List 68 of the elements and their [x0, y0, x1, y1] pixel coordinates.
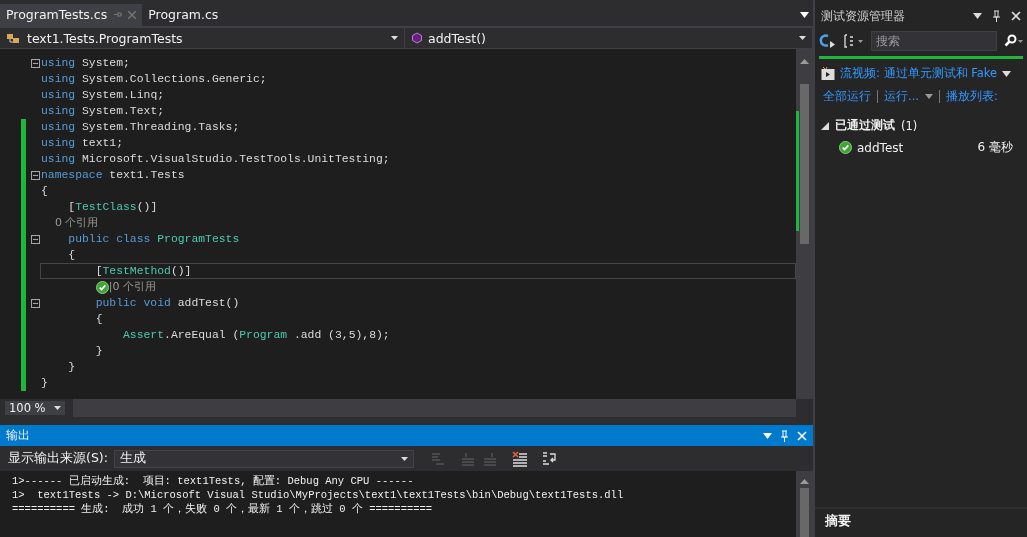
code-line: {	[94, 312, 104, 327]
class-icon	[6, 31, 22, 45]
scrollbar[interactable]	[796, 471, 813, 537]
summary-heading: 摘要	[824, 512, 852, 529]
zoom-dropdown[interactable]: 100 %	[5, 401, 65, 415]
code-line: using System.Text;	[40, 104, 166, 119]
code-line: {	[40, 184, 49, 199]
caret-icon[interactable]	[799, 36, 806, 40]
collapse-icon[interactable]	[31, 170, 40, 180]
code-line: }	[40, 376, 49, 391]
source-dropdown[interactable]: 生成	[113, 449, 414, 468]
test-duration: 6 毫秒	[977, 139, 1013, 156]
scroll-up-icon[interactable]	[800, 59, 809, 64]
run-icon[interactable]	[819, 33, 837, 49]
source-label: 显示输出来源(S):	[8, 450, 108, 467]
collapse-icon[interactable]	[31, 298, 40, 308]
output-line: 1>------ 已启动生成: 项目: text1Tests, 配置: Debug Any CPU ------	[12, 474, 415, 488]
action-link[interactable]: 全部运行	[823, 89, 871, 104]
code-line: namespace text1.Tests	[40, 168, 186, 183]
caret-icon[interactable]	[400, 456, 408, 461]
panel-title: 测试资源管理器	[821, 7, 906, 25]
code-line: {	[67, 248, 77, 263]
group-label[interactable]: 已通过测试	[835, 118, 895, 133]
scrollbar[interactable]	[796, 49, 813, 399]
search-field[interactable]: 搜索	[871, 31, 997, 51]
action-link[interactable]: 运行...	[884, 89, 919, 104]
group-count: (1)	[901, 118, 918, 133]
caret-icon[interactable]	[800, 12, 809, 18]
code-line: using System;	[40, 56, 131, 71]
code-line: Assert.AreEqual (Program .add (3,5),8);	[122, 328, 391, 343]
cube-icon	[411, 32, 423, 44]
video-icon	[821, 66, 835, 81]
scrollbar-thumb[interactable]	[800, 84, 809, 244]
code-line: using System.Linq;	[40, 88, 166, 103]
output-line: 1> text1Tests -> D:\Microsoft Visual Studio\MyProjects\text1\text1Tests\bin\Debug\text1Tests.dll	[12, 488, 625, 502]
code-line: using Microsoft.VisualStudio.TestTools.UnitTesting;	[40, 152, 391, 167]
file-tab[interactable]: Program.cs	[142, 4, 225, 26]
scroll-up-icon[interactable]	[800, 479, 809, 484]
code-line: public class ProgramTests	[67, 232, 241, 247]
caret-icon[interactable]	[924, 94, 933, 99]
collapse-icon[interactable]	[31, 58, 40, 68]
clear-all-icon[interactable]	[511, 450, 528, 467]
code-lens[interactable]: 0 个引用	[40, 215, 796, 231]
code-lens[interactable]: |0 个引用	[108, 280, 156, 293]
caret-icon[interactable]	[53, 406, 61, 410]
expand-icon[interactable]	[821, 121, 829, 130]
code-line: public void addTest()	[94, 296, 241, 311]
collapse-icon[interactable]	[31, 234, 40, 244]
video-link[interactable]: 流视频: 通过单元测试和 Fake	[840, 66, 998, 81]
caret-icon[interactable]	[391, 36, 398, 40]
code-line: using System.Collections.Generic;	[40, 72, 268, 87]
horizontal-scrollbar[interactable]	[72, 399, 796, 417]
group-by-icon[interactable]	[843, 34, 865, 48]
word-wrap-icon[interactable]	[541, 450, 558, 467]
caret-icon[interactable]	[973, 13, 982, 19]
code-line: using text1;	[40, 136, 125, 151]
search-icon[interactable]	[1003, 34, 1023, 48]
caret-icon[interactable]	[1002, 70, 1012, 77]
code-line: }	[67, 360, 77, 375]
output-line: ========== 生成: 成功 1 个，失败 0 个，最新 1 个，跳过 0 个 ==========	[12, 502, 434, 516]
type-dropdown[interactable]: text1.Tests.ProgramTests	[0, 28, 405, 48]
scrollbar-thumb[interactable]	[800, 488, 809, 537]
code-line: [TestClass()]	[67, 200, 159, 215]
action-link[interactable]: 播放列表:	[945, 89, 998, 104]
panel-title: 输出	[6, 427, 31, 444]
code-line: using System.Threading.Tasks;	[40, 120, 241, 135]
test-name[interactable]: addTest	[857, 140, 973, 155]
code-line: }	[94, 344, 104, 359]
